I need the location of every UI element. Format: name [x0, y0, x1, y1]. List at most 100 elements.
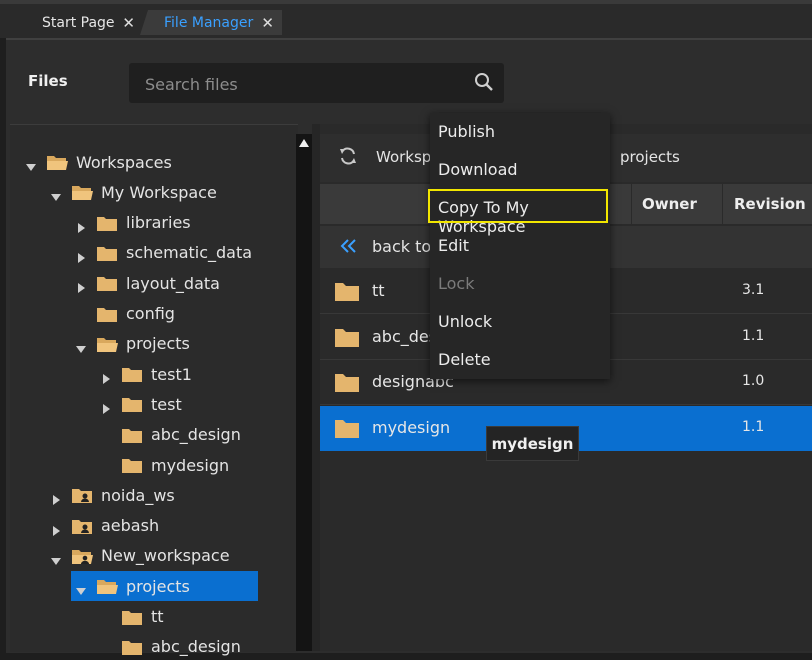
tree-item-label: abc_design [151, 425, 241, 445]
tree-item[interactable]: noida_ws [51, 482, 175, 508]
menu-highlight [428, 189, 608, 223]
tree-item[interactable]: tt [101, 604, 164, 630]
tree-item[interactable]: config [76, 301, 175, 327]
files-title: Files [28, 72, 68, 90]
menu-item-unlock[interactable]: Unlock [438, 312, 492, 331]
tree-item-label: test1 [151, 364, 192, 384]
tree-item[interactable]: projects [76, 331, 190, 357]
tree-item[interactable]: libraries [76, 210, 191, 236]
user-folder-icon [71, 517, 93, 535]
tree-item[interactable]: abc_design [101, 634, 241, 660]
search-icon[interactable] [474, 72, 494, 92]
menu-item-publish[interactable]: Publish [438, 122, 495, 141]
file-name: mydesign [372, 418, 451, 438]
tooltip: mydesign [486, 426, 579, 461]
close-icon[interactable]: ✕ [122, 14, 135, 32]
folder-icon [334, 371, 360, 393]
tree-item[interactable]: Workspaces [26, 149, 172, 175]
folder-open-icon [96, 577, 118, 595]
tree-item-label: mydesign [151, 455, 230, 475]
tab-label: File Manager [164, 14, 254, 31]
tree-item[interactable]: abc_design [101, 422, 241, 448]
tab-file-manager[interactable]: File Manager ✕ [140, 10, 282, 35]
file-revision: 1.0 [742, 373, 765, 390]
chevron-down-icon[interactable] [26, 157, 36, 171]
search-box[interactable] [129, 63, 504, 105]
folder-icon [121, 456, 143, 474]
tree-item-label: New_workspace [101, 546, 230, 566]
tab-start-page[interactable]: Start Page ✕ [28, 10, 140, 35]
menu-item-download[interactable]: Download [438, 160, 518, 179]
folder-open-icon [71, 183, 93, 201]
chevron-right-icon[interactable] [101, 399, 111, 415]
tree-item-label: abc_design [151, 637, 241, 657]
tree-item[interactable]: aebash [51, 513, 159, 539]
refresh-icon[interactable] [338, 146, 358, 166]
folder-icon [121, 608, 143, 626]
file-revision: 1.1 [742, 419, 765, 436]
tree-item-label: My Workspace [101, 182, 217, 202]
folder-open-icon [46, 153, 68, 171]
file-revision: 1.1 [742, 327, 765, 344]
folder-icon [96, 214, 118, 232]
scroll-up-icon[interactable] [298, 137, 310, 149]
tree-item-label: Workspaces [76, 152, 172, 172]
tree-item-label: test [151, 394, 182, 414]
tree-item[interactable]: test [101, 391, 182, 417]
user-folder-open-icon [71, 547, 93, 565]
chevron-right-icon[interactable] [51, 521, 61, 536]
folder-icon [96, 244, 118, 262]
column-owner[interactable]: Owner [631, 184, 721, 224]
toolbar-strip [0, 0, 812, 4]
close-icon[interactable]: ✕ [261, 14, 274, 32]
panel-divider[interactable] [312, 124, 320, 651]
column-revision[interactable]: Revision [722, 184, 812, 224]
chevron-down-icon[interactable] [76, 339, 86, 353]
folder-icon [334, 280, 360, 302]
chevron-right-icon[interactable] [101, 369, 111, 385]
search-input[interactable] [129, 63, 477, 105]
chevron-down-icon[interactable] [51, 551, 61, 565]
tree-item-label: projects [126, 576, 190, 596]
menu-item-delete[interactable]: Delete [438, 350, 491, 369]
chevron-right-icon[interactable] [76, 248, 86, 263]
folder-icon [121, 638, 143, 656]
tree-item-label: layout_data [126, 273, 220, 293]
folder-icon [121, 395, 143, 413]
tree-item-label: schematic_data [126, 243, 253, 263]
file-name: tt [372, 281, 385, 300]
tree-item[interactable]: My Workspace [51, 179, 217, 205]
chevron-right-icon[interactable] [76, 218, 86, 233]
folder-icon [121, 365, 143, 383]
chevron-right-icon[interactable] [76, 278, 86, 294]
tree-item-label: aebash [101, 516, 160, 536]
tree-item[interactable]: New_workspace [51, 543, 230, 569]
folder-icon [96, 305, 118, 323]
tree-item[interactable]: layout_data [76, 270, 220, 296]
tree-item[interactable]: mydesign [101, 452, 229, 478]
folder-icon [96, 274, 118, 292]
tree-item-label: noida_ws [101, 485, 175, 505]
folder-open-icon [96, 335, 118, 353]
folder-icon [334, 326, 360, 348]
chevron-right-icon[interactable] [51, 490, 61, 506]
menu-item-edit[interactable]: Edit [438, 236, 469, 255]
tab-label: Start Page [42, 14, 115, 31]
double-chevron-left-icon[interactable] [340, 238, 358, 254]
tree-item-label: libraries [126, 213, 191, 233]
tree-item[interactable]: projects [71, 571, 258, 602]
folder-icon [121, 426, 143, 444]
chevron-down-icon[interactable] [51, 187, 61, 202]
context-menu: Publish Download Copy To My Workspace Edit L… [430, 113, 610, 379]
menu-item-lock: Lock [438, 274, 475, 293]
tree-scrollbar[interactable] [296, 134, 312, 651]
folder-icon [334, 417, 360, 439]
tree-item-label: tt [151, 607, 164, 626]
chevron-down-icon[interactable] [76, 581, 86, 596]
tree-item[interactable]: schematic_data [76, 240, 252, 266]
breadcrumb-item-projects[interactable]: projects [620, 148, 680, 166]
tree-item[interactable]: test1 [101, 361, 192, 387]
